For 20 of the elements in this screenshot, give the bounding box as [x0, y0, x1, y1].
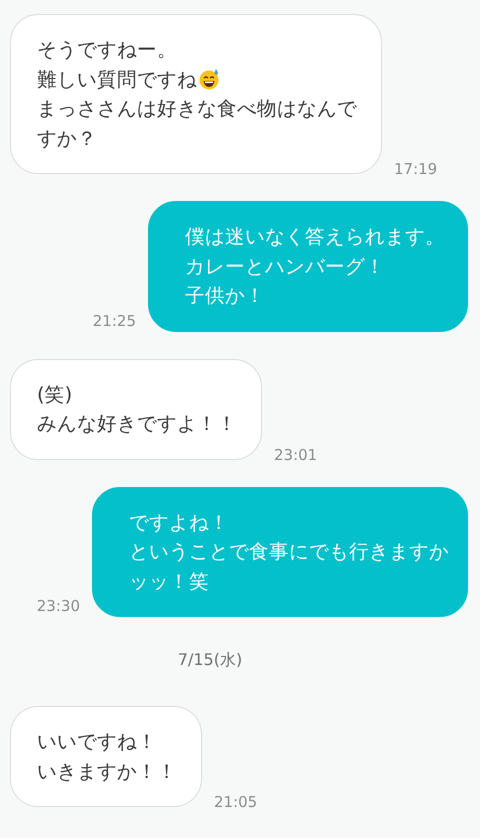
- message-text: まっささんは好きな食べ物はなんで: [37, 96, 357, 122]
- message-text: みんな好きですよ！！: [37, 411, 237, 437]
- message-text: ですよね！: [129, 510, 229, 536]
- message-text: 難しい質問ですね: [37, 66, 197, 92]
- message-text: ということで食事にでも行きますか: [129, 539, 449, 565]
- date-separator: 7/15(水): [178, 650, 242, 671]
- message-text: いきますか！！: [37, 758, 177, 784]
- message-time: 23:30: [36, 597, 80, 615]
- message-text: ッッ！笑: [129, 568, 209, 594]
- message-text: 子供か！: [185, 283, 265, 309]
- message-text: そうですねー。: [37, 37, 177, 63]
- message-text: いいですね！: [37, 729, 157, 755]
- message-time: 23:01: [274, 446, 318, 464]
- message-text: すか？: [37, 126, 97, 152]
- message-time: 21:05: [214, 793, 258, 811]
- message-time: 17:19: [394, 160, 438, 178]
- message-time: 21:25: [92, 312, 136, 330]
- message-text: 僕は迷いなく答えられます。: [185, 224, 445, 250]
- message-text: (笑): [37, 382, 72, 408]
- message-text: カレーとハンバーグ！: [185, 254, 385, 280]
